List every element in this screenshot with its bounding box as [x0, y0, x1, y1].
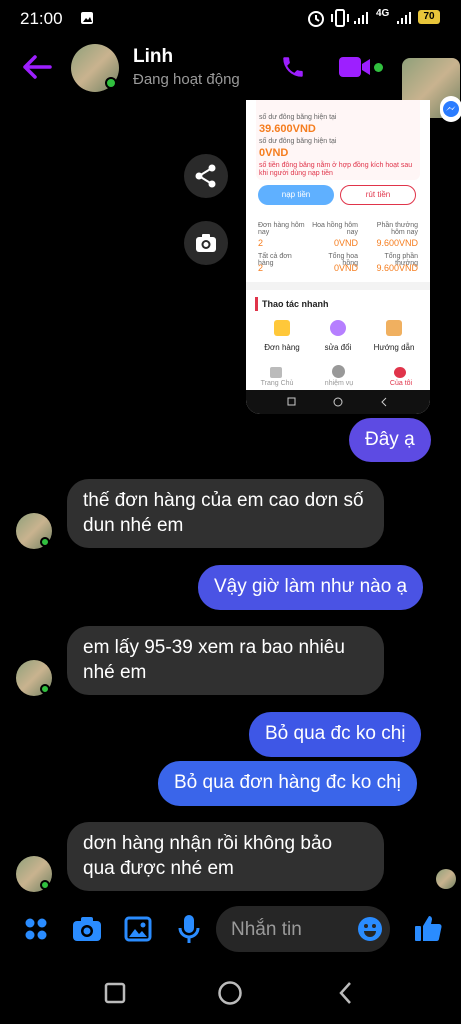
section-marker	[255, 297, 258, 311]
stat-label: Đơn hàng hôm nay	[258, 222, 305, 236]
frozen-label: số dư đông băng hiện tại	[259, 138, 337, 145]
message-bubble-out[interactable]: Vậy giờ làm như nào ạ	[198, 565, 424, 610]
vibrate-icon	[331, 9, 349, 27]
network-type: 4G	[376, 8, 390, 19]
system-navigation-bar	[104, 981, 351, 1005]
contact-status: Đang hoạt động	[133, 71, 240, 88]
shared-image-message[interactable]: số dư đông băng hiện tại 39.600VND số dư…	[246, 100, 430, 414]
online-indicator	[105, 77, 117, 89]
alarm-icon	[308, 11, 324, 27]
signal-sim1-icon	[354, 12, 368, 24]
share-icon	[195, 164, 216, 188]
signal-sim2-icon	[397, 12, 411, 24]
quick-item-edit[interactable]: sửa đổi	[320, 343, 356, 352]
message-bubble-out[interactable]: Bỏ qua đc ko chị	[249, 712, 422, 757]
gallery-icon[interactable]	[124, 916, 152, 942]
message-input-placeholder: Nhắn tin	[231, 919, 302, 940]
stats-grid: Đơn hàng hôm nay 2 Hoa hồng hôm nay 0VND…	[254, 212, 424, 278]
video-active-dot	[374, 63, 383, 72]
contact-name[interactable]: Linh	[133, 46, 173, 68]
phone-call-icon[interactable]	[280, 54, 306, 80]
balance-card: số dư đông băng hiện tại 39.600VND số dư…	[256, 100, 420, 180]
home-tab-icon[interactable]	[270, 367, 282, 378]
stat-value: 0VND	[333, 238, 358, 248]
stat-label: Tất cả đơn hàng	[258, 253, 292, 267]
microphone-icon[interactable]	[178, 914, 200, 944]
quick-item-guide[interactable]: Hướng dẫn	[370, 343, 418, 352]
camera-icon[interactable]	[72, 915, 102, 943]
message-bubble-in[interactable]: thế đơn hàng của em cao dơn số dun nhé e…	[67, 479, 384, 548]
frozen-value: 0VND	[259, 147, 289, 159]
back-arrow-icon[interactable]	[22, 54, 52, 80]
screenshot-nav-bar	[246, 390, 430, 414]
message-input[interactable]: Nhắn tin	[216, 906, 390, 952]
quick-item-orders[interactable]: Đơn hàng	[264, 343, 300, 352]
back-button[interactable]	[339, 982, 351, 1004]
frozen-note: số tiền đông băng nằm ở hợp đồng kích ho…	[259, 162, 413, 177]
screenshot-nav-icons	[287, 397, 387, 407]
battery-icon: 70	[418, 10, 440, 24]
profile-tab-icon[interactable]	[394, 367, 406, 378]
recents-button[interactable]	[104, 982, 126, 1004]
stat-label: Hoa hồng hôm nay	[312, 222, 358, 236]
stat-value: 2	[258, 238, 264, 248]
seen-avatar	[436, 869, 456, 889]
orders-icon[interactable]	[274, 320, 290, 336]
tab-tasks[interactable]: nhiệm vụ	[322, 380, 356, 387]
save-photo-button[interactable]	[184, 221, 228, 265]
status-bar: 21:00 4G 70	[0, 0, 461, 36]
message-bubble-out[interactable]: Đây ạ	[349, 418, 431, 462]
guide-icon[interactable]	[386, 320, 402, 336]
stat-value: 9.600VND	[376, 263, 418, 273]
more-apps-icon[interactable]	[24, 917, 48, 941]
divider	[246, 282, 430, 290]
online-indicator	[40, 684, 50, 694]
tab-home[interactable]: Trang Chủ	[260, 380, 294, 387]
stat-value: 0VND	[333, 263, 358, 273]
home-button[interactable]	[218, 981, 242, 1005]
status-time: 21:00	[20, 9, 63, 28]
balance-value: 39.600VND	[259, 123, 316, 135]
message-bubble-in[interactable]: dơn hàng nhận rồi không bảo qua được nhé…	[67, 822, 384, 891]
tab-profile[interactable]: Của tôi	[384, 380, 418, 387]
stat-value: 2	[258, 263, 264, 273]
messenger-icon	[443, 101, 459, 117]
video-call-icon[interactable]	[338, 55, 372, 79]
share-button[interactable]	[184, 154, 228, 198]
withdraw-button[interactable]: rút tiền	[340, 185, 416, 205]
tasks-tab-icon[interactable]	[332, 365, 345, 378]
stat-label: Phần thưởng hôm nay	[376, 222, 418, 236]
messenger-badge	[440, 96, 461, 122]
online-indicator	[40, 537, 50, 547]
gallery-notification-icon	[81, 12, 93, 24]
message-bubble-in[interactable]: em lấy 95-39 xem ra bao nhiêu nhé em	[67, 626, 384, 695]
thumbs-up-icon[interactable]	[413, 913, 443, 943]
camera-icon	[196, 234, 216, 252]
emoji-icon[interactable]	[357, 916, 383, 942]
message-bubble-out[interactable]: Bỏ qua đơn hàng đc ko chị	[158, 761, 417, 806]
edit-icon[interactable]	[330, 320, 346, 336]
stat-value: 9.600VND	[376, 238, 418, 248]
balance-label: số dư đông băng hiện tại	[259, 114, 337, 121]
online-indicator	[40, 880, 50, 890]
quick-actions-title: Thao tác nhanh	[262, 299, 329, 309]
deposit-button[interactable]: nạp tiền	[258, 185, 334, 205]
